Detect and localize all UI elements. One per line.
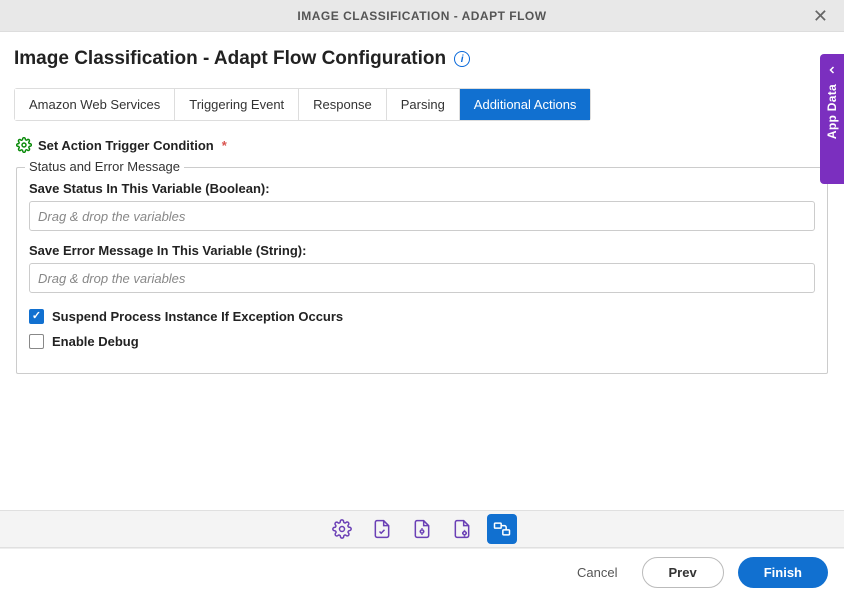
toolbar-flow-icon[interactable] bbox=[487, 514, 517, 544]
trigger-condition-label: Set Action Trigger Condition bbox=[38, 138, 214, 153]
tab-bar: Amazon Web Services Triggering Event Res… bbox=[14, 88, 591, 121]
suspend-checkbox-row: Suspend Process Instance If Exception Oc… bbox=[29, 309, 815, 324]
debug-checkbox-label: Enable Debug bbox=[52, 334, 139, 349]
app-data-label: App Data bbox=[825, 84, 839, 139]
tab-additional-actions[interactable]: Additional Actions bbox=[460, 89, 591, 120]
prev-button[interactable]: Prev bbox=[642, 557, 724, 588]
chevron-left-icon bbox=[826, 64, 838, 76]
toolbar-doc-check-icon[interactable] bbox=[367, 514, 397, 544]
status-variable-input[interactable] bbox=[29, 201, 815, 231]
app-data-sidebar-tab[interactable]: App Data bbox=[820, 54, 844, 184]
info-icon[interactable]: i bbox=[454, 51, 470, 67]
fieldset-legend: Status and Error Message bbox=[25, 159, 184, 174]
window-title: IMAGE CLASSIFICATION - ADAPT FLOW bbox=[297, 9, 546, 23]
finish-button[interactable]: Finish bbox=[738, 557, 828, 588]
window-header: IMAGE CLASSIFICATION - ADAPT FLOW ✕ bbox=[0, 0, 844, 32]
bottom-toolbar bbox=[0, 510, 844, 548]
required-star: * bbox=[222, 138, 227, 153]
page-title-row: Image Classification - Adapt Flow Config… bbox=[14, 48, 830, 70]
status-error-fieldset: Status and Error Message Save Status In … bbox=[16, 167, 828, 374]
footer-actions: Cancel Prev Finish bbox=[0, 548, 844, 596]
error-variable-label: Save Error Message In This Variable (Str… bbox=[29, 243, 815, 258]
suspend-checkbox[interactable] bbox=[29, 309, 44, 324]
debug-checkbox[interactable] bbox=[29, 334, 44, 349]
toolbar-doc-gear-icon[interactable] bbox=[407, 514, 437, 544]
tab-response[interactable]: Response bbox=[299, 89, 387, 120]
main-content: Image Classification - Adapt Flow Config… bbox=[0, 32, 844, 374]
error-variable-input[interactable] bbox=[29, 263, 815, 293]
page-title: Image Classification - Adapt Flow Config… bbox=[14, 48, 446, 70]
gear-icon bbox=[16, 137, 32, 153]
status-variable-label: Save Status In This Variable (Boolean): bbox=[29, 181, 815, 196]
toolbar-settings-icon[interactable] bbox=[327, 514, 357, 544]
tab-triggering-event[interactable]: Triggering Event bbox=[175, 89, 299, 120]
close-icon[interactable]: ✕ bbox=[807, 4, 834, 29]
debug-checkbox-row: Enable Debug bbox=[29, 334, 815, 349]
tab-parsing[interactable]: Parsing bbox=[387, 89, 460, 120]
cancel-button[interactable]: Cancel bbox=[567, 559, 627, 586]
trigger-condition-row[interactable]: Set Action Trigger Condition * bbox=[14, 137, 830, 153]
tab-aws[interactable]: Amazon Web Services bbox=[15, 89, 175, 120]
suspend-checkbox-label: Suspend Process Instance If Exception Oc… bbox=[52, 309, 343, 324]
toolbar-doc-config-icon[interactable] bbox=[447, 514, 477, 544]
